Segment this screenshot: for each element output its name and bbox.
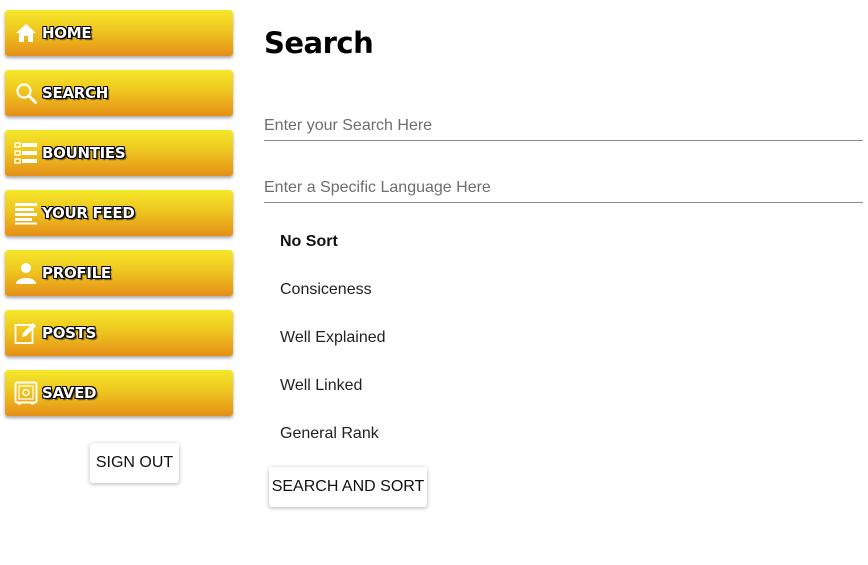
sidebar: HOME SEARCH BOUNTIES YOUR FEED PROFILE P… bbox=[5, 10, 233, 430]
page-title: Search bbox=[264, 26, 374, 60]
sort-option-no-sort[interactable]: No Sort bbox=[280, 230, 386, 278]
search-input[interactable] bbox=[264, 112, 863, 141]
sidebar-item-label: SEARCH bbox=[42, 84, 108, 102]
sidebar-item-search[interactable]: SEARCH bbox=[5, 70, 233, 116]
sidebar-item-label: POSTS bbox=[42, 324, 97, 342]
edit-icon bbox=[14, 321, 38, 345]
sort-option-general-rank[interactable]: General Rank bbox=[280, 422, 386, 470]
sidebar-item-profile[interactable]: PROFILE bbox=[5, 250, 233, 296]
sidebar-item-home[interactable]: HOME bbox=[5, 10, 233, 56]
sort-option-well-explained[interactable]: Well Explained bbox=[280, 326, 386, 374]
sidebar-item-bounties[interactable]: BOUNTIES bbox=[5, 130, 233, 176]
sort-option-well-linked[interactable]: Well Linked bbox=[280, 374, 386, 422]
search-icon bbox=[14, 81, 38, 105]
search-and-sort-button[interactable]: SEARCH AND SORT bbox=[269, 467, 427, 507]
sidebar-item-label: HOME bbox=[42, 24, 92, 42]
sidebar-item-label: BOUNTIES bbox=[42, 144, 126, 162]
home-icon bbox=[14, 21, 38, 45]
sidebar-item-saved[interactable]: SAVED bbox=[5, 370, 233, 416]
sidebar-item-your-feed[interactable]: YOUR FEED bbox=[5, 190, 233, 236]
feed-icon bbox=[14, 201, 38, 225]
sign-out-button[interactable]: SIGN OUT bbox=[90, 443, 179, 483]
safe-icon bbox=[14, 381, 38, 405]
sidebar-item-posts[interactable]: POSTS bbox=[5, 310, 233, 356]
sidebar-item-label: SAVED bbox=[42, 384, 97, 402]
sort-option-consiceness[interactable]: Consiceness bbox=[280, 278, 386, 326]
person-icon bbox=[14, 261, 38, 285]
list-icon bbox=[14, 141, 38, 165]
sort-options-list: No Sort Consiceness Well Explained Well … bbox=[280, 230, 386, 470]
sidebar-item-label: YOUR FEED bbox=[42, 204, 135, 222]
language-input[interactable] bbox=[264, 174, 863, 203]
sidebar-item-label: PROFILE bbox=[42, 264, 111, 282]
